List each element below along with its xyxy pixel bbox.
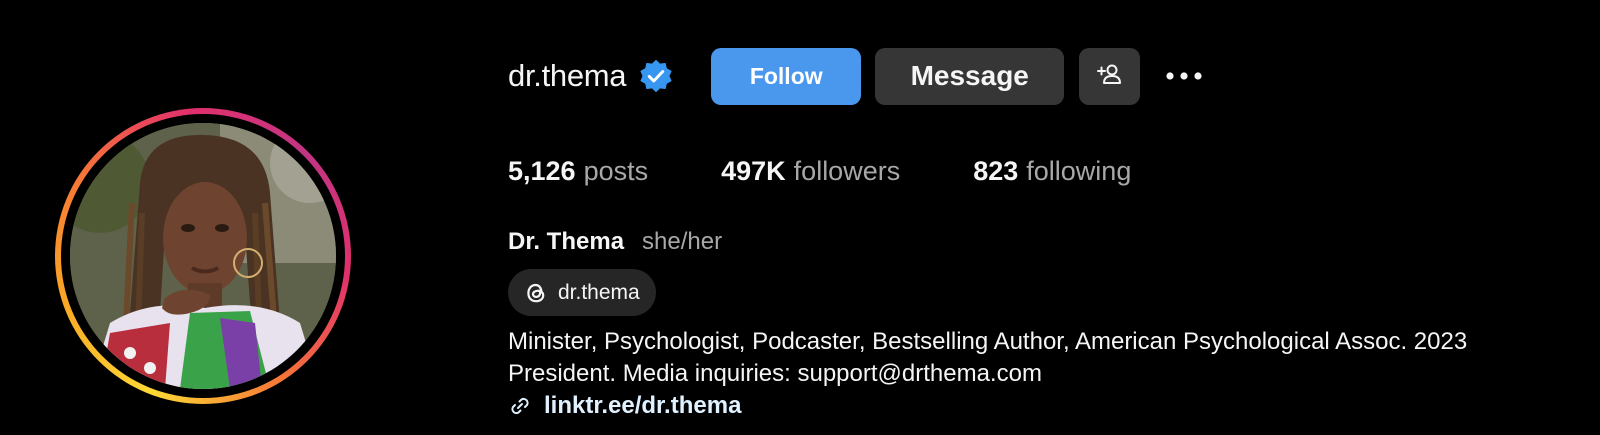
posts-count: 5,126 <box>508 156 576 186</box>
profile-external-link[interactable]: linktr.ee/dr.thema <box>508 392 741 420</box>
profile-name-row: Dr. Thema she/her <box>508 228 722 256</box>
avatar-gap <box>61 114 345 398</box>
suggested-accounts-button[interactable] <box>1079 47 1141 105</box>
add-person-icon <box>1096 61 1124 92</box>
profile-username: dr.thema <box>508 58 627 93</box>
profile-stats: 5,126 posts 497K followers 823 following <box>508 156 1131 187</box>
following-stat[interactable]: 823 following <box>973 156 1131 187</box>
followers-label: followers <box>793 156 901 186</box>
avatar-photo-illustration <box>70 123 336 389</box>
following-count: 823 <box>973 156 1019 186</box>
follow-button[interactable]: Follow <box>711 47 862 105</box>
profile-pronouns: she/her <box>642 228 723 255</box>
profile-full-name: Dr. Thema <box>508 228 625 255</box>
profile-avatar[interactable] <box>70 123 336 389</box>
threads-icon <box>522 279 550 307</box>
followers-count: 497K <box>721 156 786 186</box>
verified-badge-icon <box>638 58 674 94</box>
threads-badge-button[interactable]: dr.thema <box>508 269 656 316</box>
profile-bio: Minister, Psychologist, Podcaster, Bests… <box>508 328 1468 387</box>
profile-header: dr.thema Follow Message <box>508 47 1204 105</box>
profile-avatar-ring[interactable] <box>55 108 351 404</box>
more-options-icon[interactable] <box>1164 56 1204 96</box>
link-icon <box>508 394 532 418</box>
following-label: following <box>1026 156 1132 186</box>
posts-label: posts <box>583 156 649 186</box>
posts-stat[interactable]: 5,126 posts <box>508 156 648 187</box>
followers-stat[interactable]: 497K followers <box>721 156 900 187</box>
message-button[interactable]: Message <box>875 47 1065 105</box>
profile-link-text[interactable]: linktr.ee/dr.thema <box>544 392 741 420</box>
threads-handle: dr.thema <box>558 280 640 304</box>
